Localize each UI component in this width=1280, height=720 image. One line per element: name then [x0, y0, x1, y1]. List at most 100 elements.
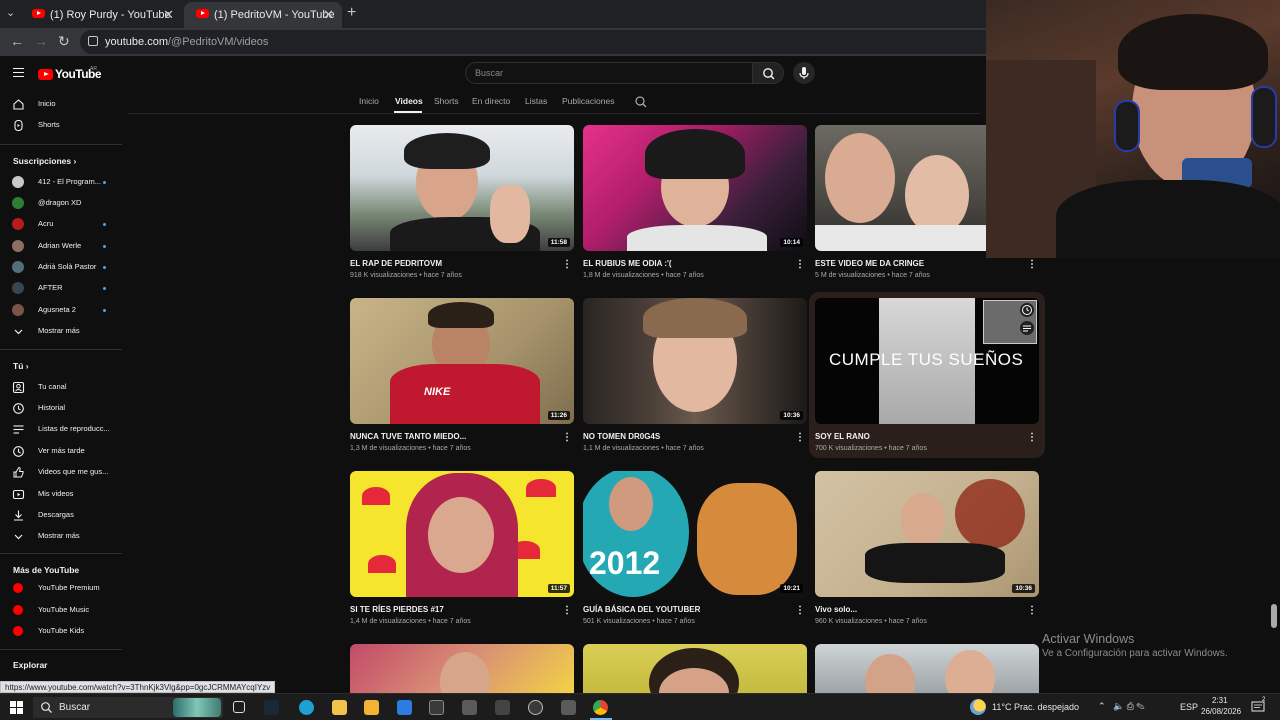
sidebar-item-subscription[interactable]: Agusneta 2 — [0, 300, 122, 321]
search-button[interactable] — [752, 62, 784, 84]
video-thumbnail[interactable]: 2012 10:21 — [583, 471, 807, 597]
new-tab-button[interactable]: + — [347, 4, 356, 22]
sidebar-item-listas[interactable]: Listas de reproducc... — [0, 419, 122, 440]
browser-tab-pedritovm[interactable]: (1) PedritoVM - YouTube ✕ — [184, 2, 342, 28]
obs-icon[interactable] — [528, 700, 543, 715]
weather-icon[interactable] — [970, 699, 986, 715]
close-tab-icon[interactable]: ✕ — [163, 7, 174, 23]
edge-icon[interactable] — [299, 700, 314, 715]
video-title[interactable]: NO TOMEN DR0G4S — [583, 432, 660, 441]
hamburger-menu-icon[interactable] — [13, 68, 24, 77]
video-title[interactable]: Vivo solo... — [815, 605, 857, 614]
reload-icon[interactable]: ↻ — [58, 33, 70, 50]
video-title[interactable]: SOY EL RANO — [815, 432, 870, 441]
tray-icons[interactable]: 🔈 ⎙ ✎ — [1113, 701, 1145, 712]
video-title[interactable]: NUNCA TUVE TANTO MIEDO... — [350, 432, 466, 441]
sidebar-item-videos-que-me-gustan[interactable]: Videos que me gus... — [0, 462, 122, 483]
app-icon[interactable] — [429, 700, 444, 715]
chrome-icon[interactable] — [593, 700, 608, 715]
video-thumbnail[interactable]: NIKE 11:26 — [350, 298, 574, 424]
store-icon[interactable] — [364, 700, 379, 715]
video-thumbnail[interactable]: 10:36 — [815, 471, 1039, 597]
video-title[interactable]: GUÍA BÁSICA DEL YOUTUBER — [583, 605, 700, 614]
chevron-up-icon[interactable]: ⌃ — [1098, 701, 1106, 712]
sidebar-item-tu-canal[interactable]: Tu canal — [0, 377, 122, 398]
video-card[interactable]: 2012 10:21 GUÍA BÁSICA DEL YOUTUBER 501 … — [583, 471, 807, 631]
more-actions-icon[interactable]: ⋮ — [1027, 259, 1037, 270]
tab-search-icon[interactable]: ⌄ — [6, 6, 15, 19]
sidebar-item-mis-videos[interactable]: Mis videos — [0, 484, 122, 505]
address-bar[interactable]: youtube.com/@PedritoVM/videos — [80, 30, 1000, 54]
watch-later-icon[interactable] — [1019, 302, 1035, 318]
video-thumbnail-partial[interactable] — [815, 644, 1039, 693]
close-tab-icon[interactable]: ✕ — [323, 7, 334, 23]
more-actions-icon[interactable]: ⋮ — [562, 605, 572, 616]
tab-videos[interactable]: Videos — [395, 96, 423, 106]
video-thumbnail[interactable]: 10:14 — [583, 125, 807, 251]
back-arrow-icon[interactable]: ← — [10, 33, 24, 49]
windows-start-icon[interactable] — [10, 701, 23, 714]
app-icon[interactable] — [495, 700, 510, 715]
sidebar-item-subscription[interactable]: Adrian Werle — [0, 236, 122, 257]
video-card[interactable]: 11:58 EL RAP DE PEDRITOVM 918 K visualiz… — [350, 125, 574, 285]
more-actions-icon[interactable]: ⋮ — [1027, 605, 1037, 616]
task-view-icon[interactable] — [233, 701, 245, 713]
sidebar-item-subscription[interactable]: @dragon XD — [0, 193, 122, 214]
mail-icon[interactable] — [397, 700, 412, 715]
sidebar-item-subscription[interactable]: AFTER — [0, 278, 122, 299]
sidebar-item-historial[interactable]: Historial — [0, 398, 122, 419]
more-actions-icon[interactable]: ⋮ — [795, 259, 805, 270]
more-actions-icon[interactable]: ⋮ — [795, 432, 805, 443]
clock-time[interactable]: 2:31 — [1212, 696, 1228, 705]
video-thumbnail-partial[interactable] — [350, 644, 574, 693]
app-icon[interactable] — [561, 700, 576, 715]
site-info-icon[interactable] — [88, 36, 98, 46]
sidebar-item-subscription[interactable]: Adrià Solà Pastor — [0, 257, 122, 278]
sidebar-item-shorts[interactable]: Shorts — [0, 115, 122, 136]
add-to-queue-icon[interactable] — [1019, 320, 1035, 336]
page-scrollbar[interactable] — [1271, 604, 1277, 628]
sidebar-show-more-subscriptions[interactable]: Mostrar más — [0, 321, 122, 342]
video-thumbnail[interactable]: 11:58 — [350, 125, 574, 251]
sidebar-item-youtube-premium[interactable]: YouTube Premium — [0, 578, 122, 599]
app-icon[interactable] — [462, 700, 477, 715]
taskbar-search[interactable]: Buscar — [33, 697, 223, 718]
browser-tab-roy-purdy[interactable]: (1) Roy Purdy - YouTube ✕ — [20, 2, 182, 28]
tab-publicaciones[interactable]: Publicaciones — [562, 96, 614, 106]
subscriptions-heading[interactable]: Suscripciones › — [13, 156, 76, 166]
video-title[interactable]: EL RAP DE PEDRITOVM — [350, 259, 442, 268]
sidebar-item-subscription[interactable]: 412 - El Program... — [0, 172, 122, 193]
video-title[interactable]: ESTE VIDEO ME DA CRINGE — [815, 259, 924, 268]
more-actions-icon[interactable]: ⋮ — [795, 605, 805, 616]
sidebar-item-ver-mas-tarde[interactable]: Ver más tarde — [0, 441, 122, 462]
file-explorer-icon[interactable] — [332, 700, 347, 715]
voice-search-button[interactable] — [793, 62, 815, 84]
video-card[interactable]: 10:36 NO TOMEN DR0G4S 1,1 M de visualiza… — [583, 298, 807, 458]
channel-search-icon[interactable] — [634, 95, 648, 109]
tab-listas[interactable]: Listas — [525, 96, 547, 106]
video-card[interactable]: 11:57 SI TE RÍES PIERDES #17 1,4 M de vi… — [350, 471, 574, 631]
more-actions-icon[interactable]: ⋮ — [562, 259, 572, 270]
sidebar-item-youtube-music[interactable]: YouTube Music — [0, 600, 122, 621]
tab-en-directo[interactable]: En directo — [472, 96, 510, 106]
more-actions-icon[interactable]: ⋮ — [1027, 432, 1037, 443]
search-input[interactable]: Buscar — [465, 62, 753, 84]
tab-shorts[interactable]: Shorts — [434, 96, 459, 106]
video-title[interactable]: EL RUBIUS ME ODIA :'( — [583, 259, 672, 268]
video-thumbnail[interactable]: 11:57 — [350, 471, 574, 597]
sidebar-item-subscription[interactable]: Acru — [0, 214, 122, 235]
clock-date[interactable]: 26/08/2026 — [1201, 707, 1241, 716]
input-language[interactable]: ESP — [1180, 702, 1198, 712]
video-card[interactable]: 10:36 Vivo solo... 960 K visualizaciones… — [815, 471, 1039, 631]
video-thumbnail-partial[interactable] — [583, 644, 807, 693]
sidebar-item-inicio[interactable]: Inicio — [0, 94, 122, 115]
you-heading[interactable]: Tú › — [13, 361, 29, 371]
video-card[interactable]: NIKE 11:26 NUNCA TUVE TANTO MIEDO... 1,3… — [350, 298, 574, 458]
video-thumbnail[interactable]: 10:36 — [583, 298, 807, 424]
weather-text[interactable]: 11°C Prac. despejado — [992, 702, 1079, 712]
more-actions-icon[interactable]: ⋮ — [562, 432, 572, 443]
video-title[interactable]: SI TE RÍES PIERDES #17 — [350, 605, 444, 614]
video-card[interactable]: 10:14 EL RUBIUS ME ODIA :'( 1,8 M de vis… — [583, 125, 807, 285]
video-thumbnail[interactable]: CUMPLE TUS SUEÑOS — [815, 298, 1039, 424]
sidebar-item-descargas[interactable]: Descargas — [0, 505, 122, 526]
